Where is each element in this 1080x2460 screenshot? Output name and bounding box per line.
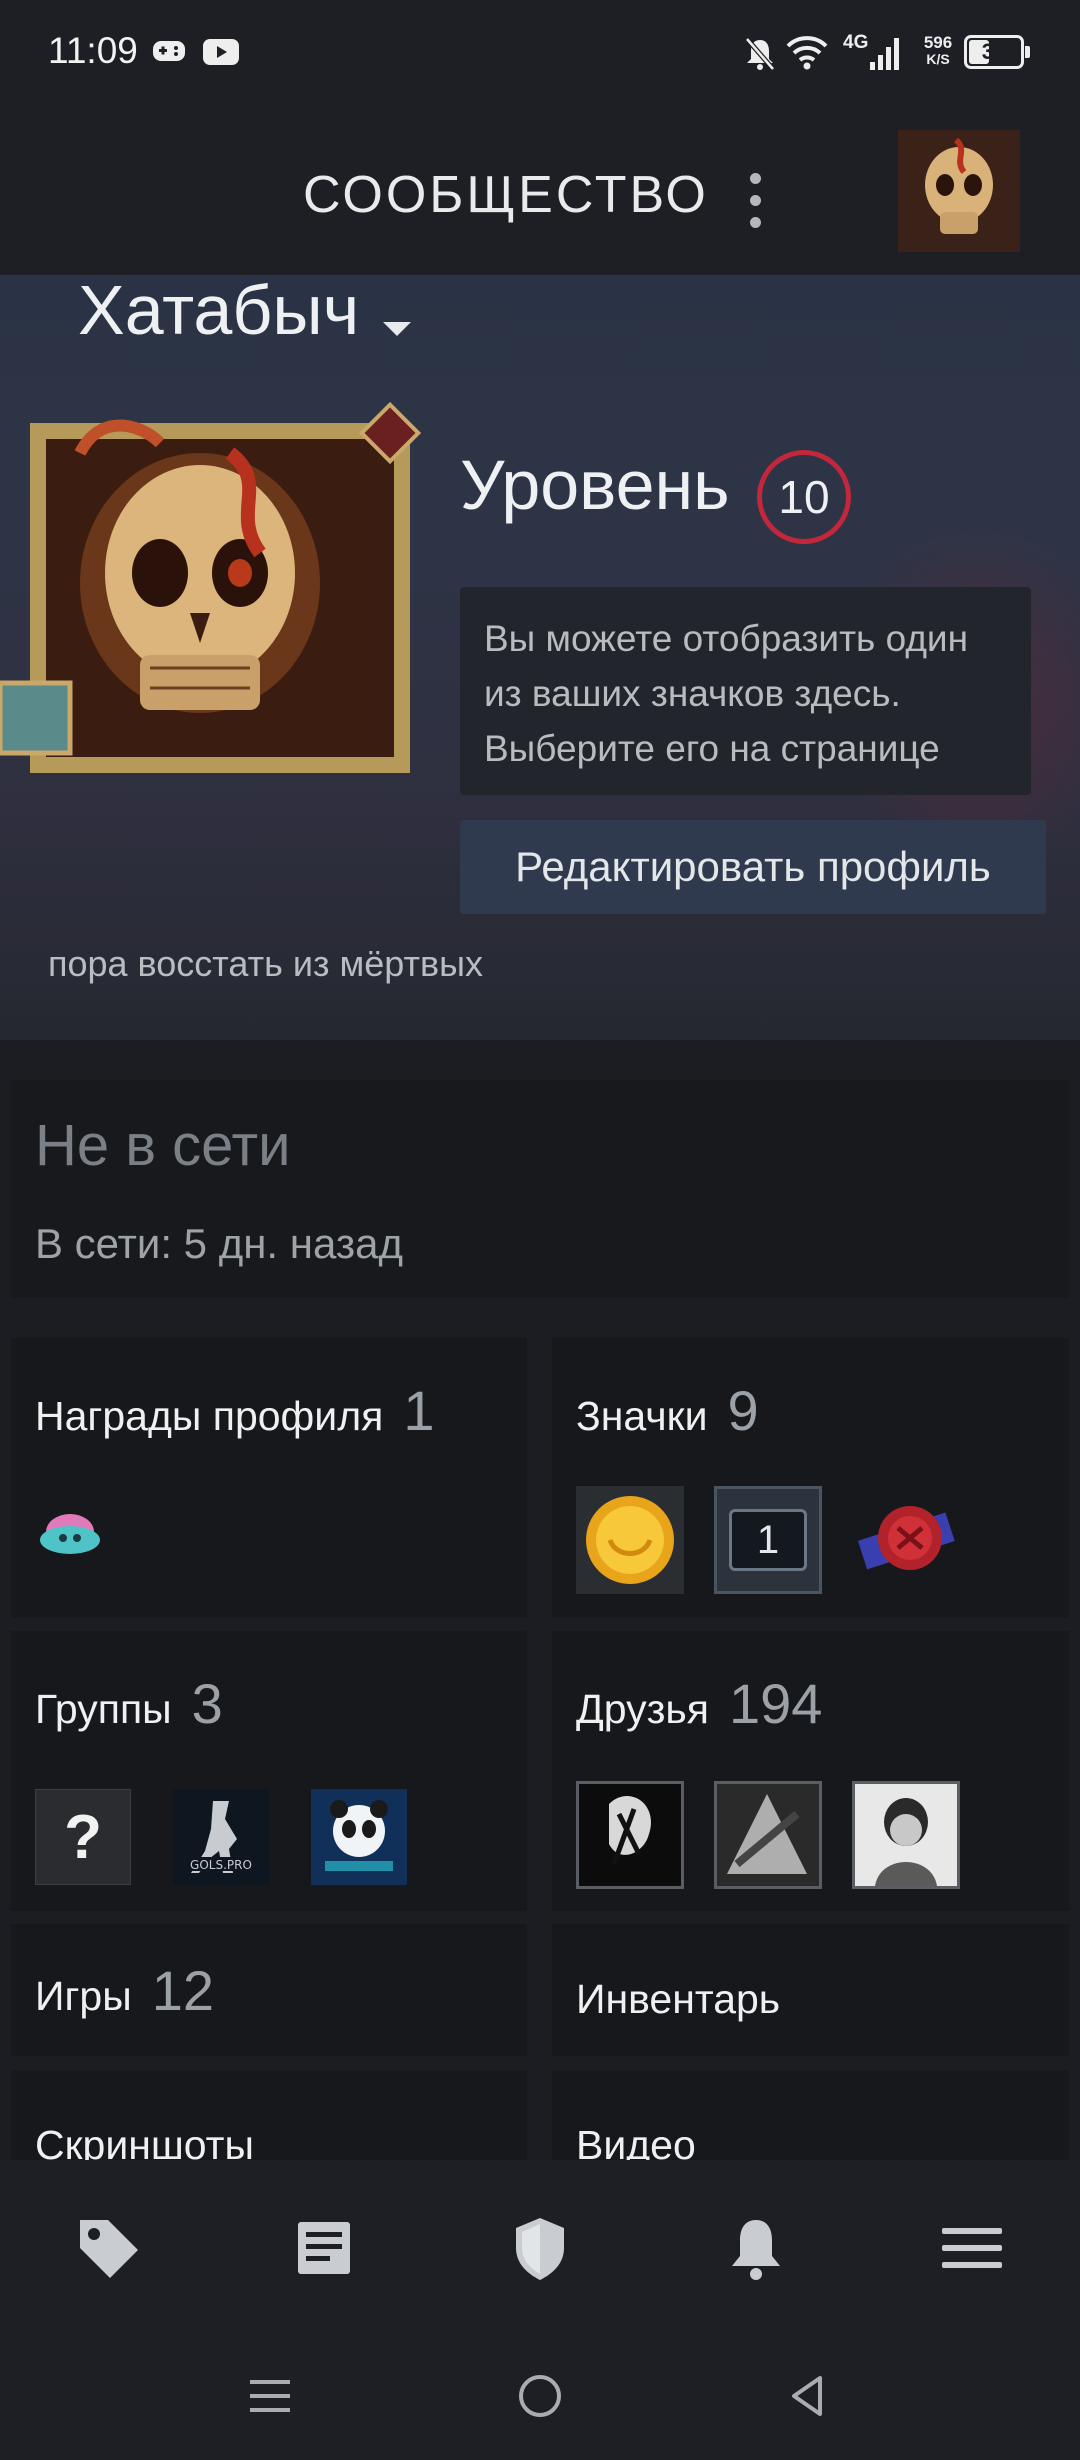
tile-groups[interactable]: Группы 3 ? GOLS.PRO xyxy=(11,1631,527,1911)
menu-icon xyxy=(942,2228,1002,2268)
network-speed: 596 K/S xyxy=(917,34,959,68)
kebab-dot-icon xyxy=(750,173,761,184)
profile-summary: пора восстать из мёртвых xyxy=(48,943,483,984)
tile-label: Игры xyxy=(35,1973,132,2019)
tile-count: 3 xyxy=(191,1672,223,1735)
friend-avatar-image xyxy=(717,1784,819,1886)
cs-logo-icon: GOLS.PRO xyxy=(181,1801,261,1873)
level-badge[interactable]: 10 xyxy=(757,450,851,544)
tile-screenshots[interactable]: Скриншоты xyxy=(11,2070,527,2160)
tile-label: Группы xyxy=(35,1686,172,1732)
wifi-icon xyxy=(786,36,828,70)
tag-icon xyxy=(80,2220,138,2278)
username-dropdown[interactable]: Хатабыч xyxy=(78,275,359,350)
tile-count: 1 xyxy=(403,1379,435,1442)
svg-text:GOLS.PRO: GOLS.PRO xyxy=(190,1858,252,1872)
home-icon[interactable] xyxy=(512,2368,568,2424)
profile-avatar-frame xyxy=(0,393,440,803)
friend-avatar-image xyxy=(855,1784,957,1886)
gold-coin-icon xyxy=(586,1496,674,1584)
network-type: 4G xyxy=(843,32,869,53)
presence-state: Не в сети xyxy=(35,1113,291,1178)
more-options-button[interactable] xyxy=(740,165,770,235)
tile-count: 9 xyxy=(727,1379,759,1442)
speed-unit: K/S xyxy=(926,51,950,67)
tile-count: 194 xyxy=(728,1672,823,1735)
tile-label: Скриншоты xyxy=(35,2122,254,2160)
tile-label: Инвентарь xyxy=(576,1976,781,2022)
friend-avatar-image xyxy=(579,1784,681,1886)
tile-title: Награды профиля 1 xyxy=(35,1378,434,1443)
featured-badge-tip: Вы можете отобразить один из ваших значк… xyxy=(460,587,1031,795)
group-avatar[interactable]: GOLS.PRO xyxy=(173,1789,269,1885)
tile-count: 12 xyxy=(151,1959,214,2022)
profile-header: Хатабыч Уровень 10 Вы можете отобразить … xyxy=(0,275,1080,1040)
tile-label: Награды профиля xyxy=(35,1393,384,1439)
tile-title: Значки 9 xyxy=(576,1378,759,1443)
skull-avatar-icon xyxy=(898,130,1020,252)
tile-label: Видео xyxy=(576,2122,696,2160)
tile-games[interactable]: Игры 12 xyxy=(11,1924,527,2056)
group-avatar[interactable]: ? xyxy=(35,1789,131,1885)
last-online: В сети: 5 дн. назад xyxy=(35,1220,403,1267)
wax-seal-icon xyxy=(857,1506,955,1570)
friend-avatar[interactable] xyxy=(576,1781,684,1889)
award-icon xyxy=(40,1514,100,1554)
news-icon xyxy=(298,2222,350,2274)
recent-apps-icon[interactable] xyxy=(242,2368,298,2424)
badge-level-box: 1 xyxy=(729,1509,807,1571)
friend-avatar[interactable] xyxy=(852,1781,960,1889)
battery-icon: 36 xyxy=(964,35,1030,69)
signal-icon xyxy=(870,38,899,70)
page-title: СООБЩЕСТВО xyxy=(303,166,709,224)
system-navigation xyxy=(0,2340,1080,2460)
user-avatar-button[interactable] xyxy=(898,130,1020,252)
tile-title: Группы 3 xyxy=(35,1671,223,1736)
kebab-dot-icon xyxy=(750,195,761,206)
nav-menu-button[interactable] xyxy=(932,2208,1012,2288)
shield-icon xyxy=(516,2218,564,2280)
friend-avatar[interactable] xyxy=(714,1781,822,1889)
panda-logo-icon xyxy=(311,1789,407,1885)
tile-videos[interactable]: Видео xyxy=(552,2070,1069,2160)
group-avatar[interactable] xyxy=(311,1789,407,1885)
tile-title: Игры 12 xyxy=(35,1958,214,2023)
gamepad-icon xyxy=(153,41,185,61)
level-label: Уровень xyxy=(460,446,730,524)
level-value: 10 xyxy=(778,471,830,523)
app-header: СООБЩЕСТВО xyxy=(0,105,1080,275)
skull-portrait-icon xyxy=(0,401,422,773)
tile-inventory[interactable]: Инвентарь xyxy=(552,1924,1069,2056)
battery-level: 36 xyxy=(981,39,1007,64)
badge-thumb[interactable] xyxy=(852,1486,960,1594)
tile-friends[interactable]: Друзья 194 xyxy=(552,1631,1069,1911)
back-icon[interactable] xyxy=(780,2368,836,2424)
bell-icon xyxy=(732,2220,780,2280)
youtube-icon xyxy=(203,39,239,65)
bell-off-icon xyxy=(745,37,775,71)
tile-label: Значки xyxy=(576,1393,708,1439)
status-bar: 11:09 4G 596 K/S 36 xyxy=(0,0,1080,105)
badge-thumb[interactable] xyxy=(576,1486,684,1594)
edit-profile-button[interactable]: Редактировать профиль xyxy=(460,820,1046,914)
tile-label: Друзья xyxy=(576,1686,709,1732)
nav-notifications-button[interactable] xyxy=(716,2208,796,2288)
badge-thumb[interactable]: 1 xyxy=(714,1486,822,1594)
status-time: 11:09 xyxy=(48,30,138,71)
tile-badges[interactable]: Значки 9 1 xyxy=(552,1338,1069,1618)
presence-panel: Не в сети В сети: 5 дн. назад xyxy=(11,1080,1069,1298)
nav-guard-button[interactable] xyxy=(500,2208,580,2288)
tile-title: Друзья 194 xyxy=(576,1671,822,1736)
nav-store-button[interactable] xyxy=(68,2208,148,2288)
caret-down-icon[interactable] xyxy=(383,322,411,336)
speed-value: 596 xyxy=(923,33,953,52)
bottom-navigation xyxy=(0,2160,1080,2340)
nav-news-button[interactable] xyxy=(284,2208,364,2288)
kebab-dot-icon xyxy=(750,217,761,228)
tile-profile-awards[interactable]: Награды профиля 1 xyxy=(11,1338,527,1618)
